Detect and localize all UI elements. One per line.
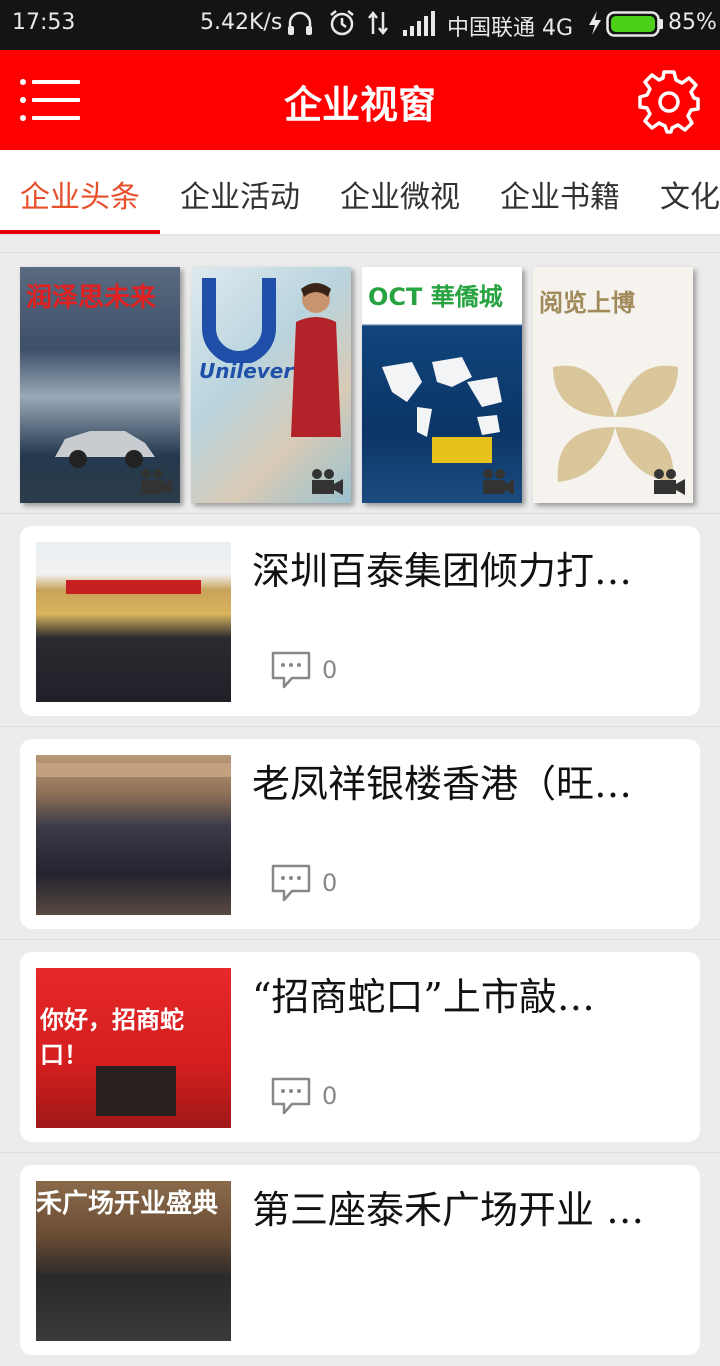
- magazine-cover-3[interactable]: OCT 華僑城: [362, 267, 522, 503]
- status-carrier: 中国联通 4G: [447, 16, 574, 41]
- cover-title: 阅览上博: [539, 288, 635, 317]
- active-tab-indicator: [0, 230, 160, 234]
- tab-headlines[interactable]: 企业头条: [20, 172, 140, 216]
- charging-icon: [589, 11, 601, 35]
- video-icon: [312, 469, 343, 495]
- cover-title: OCT 華僑城: [368, 283, 503, 311]
- app-header: 企业视窗: [0, 50, 720, 150]
- tab-culture[interactable]: 文化: [660, 172, 720, 216]
- signal-icon: [403, 11, 435, 36]
- data-transfer-icon: [368, 10, 388, 36]
- thumbnail-caption: 你好，招商蛇口！: [40, 1005, 184, 1069]
- magazine-covers: 润泽思未来 Unilever OCT 華僑城 阅览上博: [0, 252, 720, 514]
- video-icon: [483, 469, 514, 495]
- news-headline: “招商蛇口”上市敲…: [252, 975, 595, 1019]
- status-battery: 85%: [668, 10, 717, 35]
- news-card[interactable]: 深圳百泰集团倾力打… 0: [20, 526, 700, 716]
- banner-shape: [66, 580, 201, 594]
- alarm-icon: [330, 10, 354, 36]
- category-tabs: 企业头条 企业活动 企业微视 企业书籍 文化: [0, 150, 720, 236]
- gear-icon: [638, 70, 700, 134]
- news-thumbnail: [36, 755, 231, 915]
- news-card[interactable]: 你好，招商蛇口！ “招商蛇口”上市敲… 0: [20, 952, 700, 1142]
- status-bar: 17:53 5.42K/s 中国联通 4G 85%: [0, 0, 720, 50]
- car-illustration: [55, 431, 155, 468]
- status-time: 17:53: [12, 10, 76, 35]
- people-shape: [96, 1066, 176, 1116]
- magazine-cover-1[interactable]: 润泽思未来: [20, 267, 180, 503]
- news-item-wrapper: 深圳百泰集团倾力打… 0: [0, 514, 720, 727]
- news-headline: 第三座泰禾广场开业 …: [252, 1188, 645, 1232]
- tab-activities[interactable]: 企业活动: [180, 172, 300, 216]
- comment-count: 0: [322, 656, 338, 684]
- battery-icon: [606, 11, 663, 37]
- comment-count: 0: [322, 1082, 338, 1110]
- thumbnail-caption: 禾广场开业盛典: [36, 1189, 219, 1219]
- news-card[interactable]: 老凤祥银楼香港（旺… 0: [20, 739, 700, 929]
- magazine-cover-4[interactable]: 阅览上博: [533, 267, 693, 503]
- status-net-speed: 5.42K/s: [200, 10, 283, 35]
- page-title: 企业视窗: [283, 82, 436, 127]
- magazine-cover-2[interactable]: Unilever: [191, 267, 351, 503]
- news-headline: 深圳百泰集团倾力打…: [252, 549, 633, 593]
- headphones-icon: [288, 11, 312, 35]
- tab-books[interactable]: 企业书籍: [500, 172, 620, 216]
- cover-yellow-label: [432, 437, 492, 463]
- video-icon: [654, 469, 685, 495]
- news-item-wrapper: 禾广场开业盛典 第三座泰禾广场开业 …: [0, 1153, 720, 1366]
- news-thumbnail: [36, 542, 231, 702]
- news-thumbnail: 你好，招商蛇口！: [36, 968, 231, 1128]
- comment-icon: [271, 1077, 311, 1115]
- video-icon: [141, 469, 172, 495]
- stewardess-figure: [291, 283, 341, 437]
- unilever-logo: [202, 278, 276, 363]
- news-item-wrapper: 老凤祥银楼香港（旺… 0: [0, 727, 720, 940]
- cover-title: 润泽思未来: [26, 283, 157, 313]
- news-thumbnail: 禾广场开业盛典: [36, 1181, 231, 1341]
- banner-shape: [36, 763, 231, 777]
- comment-icon: [271, 864, 311, 902]
- news-headline: 老凤祥银楼香港（旺…: [252, 762, 633, 806]
- settings-button[interactable]: [636, 68, 702, 134]
- news-item-wrapper: 你好，招商蛇口！ “招商蛇口”上市敲… 0: [0, 940, 720, 1153]
- tab-micro-video[interactable]: 企业微视: [340, 172, 460, 216]
- news-card[interactable]: 禾广场开业盛典 第三座泰禾广场开业 …: [20, 1165, 700, 1355]
- comment-count: 0: [322, 869, 338, 897]
- comment-icon: [271, 651, 311, 689]
- world-map-graphic: [382, 357, 502, 437]
